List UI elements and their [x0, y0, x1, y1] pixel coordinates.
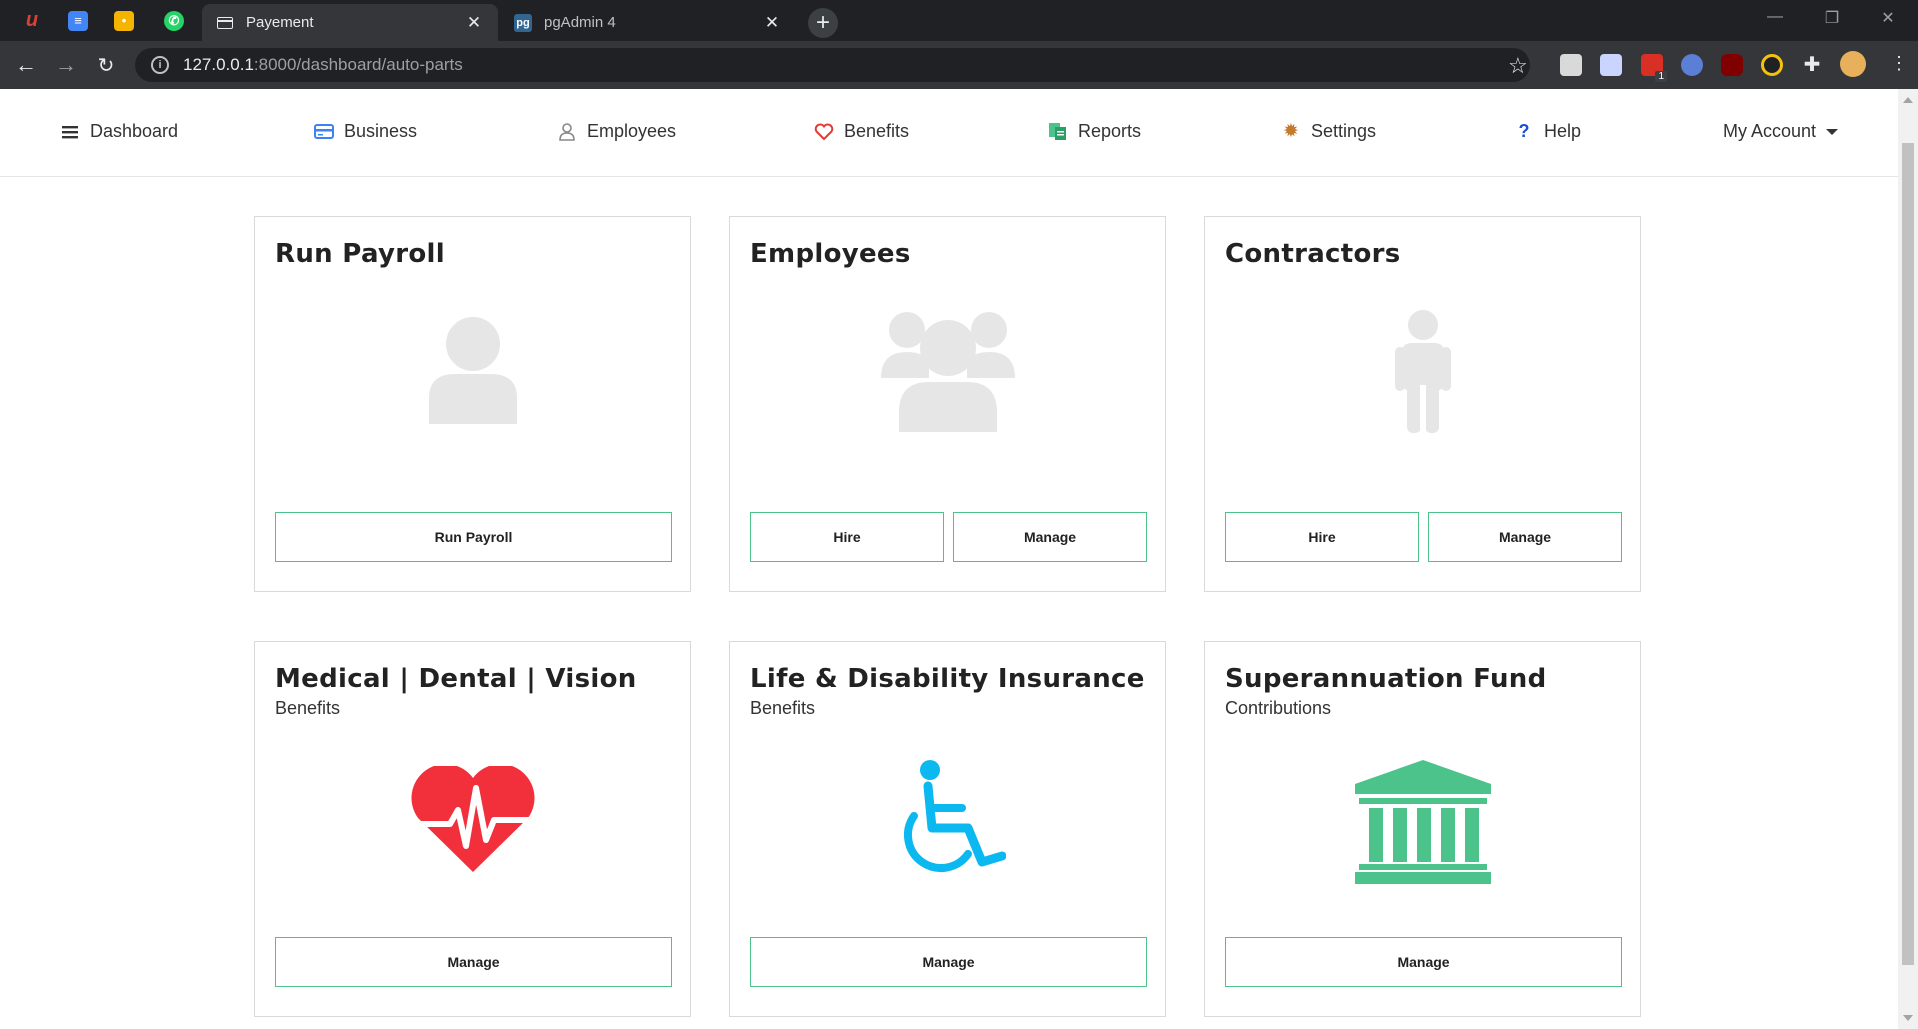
card-title: Superannuation Fund	[1225, 664, 1547, 694]
gear-icon: ✹	[1283, 121, 1299, 142]
user-placeholder-icon	[255, 316, 690, 426]
forward-button[interactable]: →	[52, 51, 80, 79]
question-icon: ?	[1518, 121, 1530, 141]
hire-contractor-button[interactable]: Hire	[1225, 512, 1419, 562]
extension-icon[interactable]	[1560, 54, 1582, 76]
manage-medical-button[interactable]: Manage	[275, 937, 672, 987]
card-title: Run Payroll	[275, 239, 445, 269]
card-title: Medical | Dental | Vision	[275, 664, 637, 694]
pinned-tab-docs[interactable]: ≡	[58, 0, 98, 41]
scroll-up-arrow-icon[interactable]	[1903, 97, 1913, 103]
manage-contractors-button[interactable]: Manage	[1428, 512, 1622, 562]
new-tab-button[interactable]: +	[808, 8, 838, 38]
manage-life-insurance-button[interactable]: Manage	[750, 937, 1147, 987]
restore-button[interactable]: ❐	[1817, 8, 1847, 28]
menu-icon	[60, 122, 80, 142]
bookmark-star-icon[interactable]: ☆	[1508, 53, 1528, 79]
reload-button[interactable]: ↻	[92, 51, 120, 79]
url-host: 127.0.0.1	[183, 55, 254, 74]
pinned-tab-whatsapp[interactable]: ✆	[154, 0, 194, 41]
tab-title: pgAdmin 4	[544, 14, 616, 31]
nav-label: Employees	[587, 121, 677, 141]
male-figure-icon	[1205, 309, 1640, 433]
page-viewport: Dashboard Business Employees Benefits Re…	[0, 89, 1898, 1029]
keep-icon: •	[114, 10, 134, 31]
heart-icon	[814, 122, 834, 142]
todoist-icon: u	[25, 9, 39, 31]
extension-icon[interactable]	[1681, 54, 1703, 76]
whatsapp-icon: ✆	[164, 10, 184, 31]
users-placeholder-icon	[730, 308, 1165, 432]
docs-icon: ≡	[68, 10, 88, 31]
back-button[interactable]: ←	[12, 51, 40, 79]
credit-card-icon	[314, 122, 334, 142]
tab-pgadmin[interactable]: pg pgAdmin 4 ✕	[500, 4, 796, 41]
wheelchair-icon	[730, 758, 1165, 882]
caret-down-icon	[1826, 128, 1839, 135]
run-payroll-button[interactable]: Run Payroll	[275, 512, 672, 562]
browser-tabstrip: u ≡ • ✆ Payement ✕ pg pgAdmin 4 ✕ + — ❐ …	[0, 0, 1918, 41]
extension-icon[interactable]	[1761, 54, 1783, 76]
window-close-button[interactable]: ✕	[1873, 8, 1903, 28]
nav-label: Settings	[1311, 121, 1377, 141]
run-payroll-card: Run Payroll Run Payroll	[254, 216, 691, 592]
nav-benefits[interactable]: Benefits	[814, 121, 909, 142]
url-path: :8000/dashboard/auto-parts	[253, 55, 463, 74]
contractors-card: Contractors Hire Manage	[1204, 216, 1641, 592]
employees-card: Employees Hire Manage	[729, 216, 1166, 592]
medical-card: Medical | Dental | Vision Benefits Manag…	[254, 641, 691, 1017]
nav-label: Dashboard	[90, 121, 179, 141]
card-title: Contractors	[1225, 239, 1401, 269]
nav-label: Benefits	[844, 121, 910, 141]
menu-icon[interactable]: ⋮	[1890, 53, 1908, 74]
pinned-tab-keep[interactable]: •	[104, 0, 144, 41]
app-navbar: Dashboard Business Employees Benefits Re…	[0, 89, 1898, 177]
reports-icon	[1048, 122, 1068, 142]
extension-badge: 1	[1655, 71, 1667, 82]
nav-business[interactable]: Business	[314, 121, 417, 142]
nav-label: Reports	[1078, 121, 1142, 141]
close-icon[interactable]: ✕	[464, 13, 484, 33]
nav-label: Business	[344, 121, 418, 141]
scrollbar-thumb[interactable]	[1902, 143, 1914, 965]
extension-icon[interactable]: 1	[1641, 54, 1667, 82]
nav-dashboard[interactable]: Dashboard	[60, 121, 178, 142]
user-icon	[557, 122, 577, 142]
life-disability-card: Life & Disability Insurance Benefits Man…	[729, 641, 1166, 1017]
minimize-button[interactable]: —	[1760, 8, 1790, 26]
manage-employees-button[interactable]: Manage	[953, 512, 1147, 562]
superannuation-card: Superannuation Fund Contributions Manage	[1204, 641, 1641, 1017]
nav-reports[interactable]: Reports	[1048, 121, 1141, 142]
manage-superannuation-button[interactable]: Manage	[1225, 937, 1622, 987]
nav-settings[interactable]: ✹ Settings	[1281, 121, 1376, 142]
nav-employees[interactable]: Employees	[557, 121, 676, 142]
card-title: Employees	[750, 239, 911, 269]
tab-title: Payement	[246, 14, 314, 31]
nav-my-account[interactable]: My Account	[1723, 121, 1839, 142]
pgadmin-icon: pg	[514, 13, 532, 32]
browser-toolbar: ← → ↻ i 127.0.0.1:8000/dashboard/auto-pa…	[0, 41, 1918, 89]
card-subtitle: Benefits	[275, 698, 341, 718]
pinned-tab-todoist[interactable]: u	[12, 0, 52, 41]
avatar[interactable]	[1840, 51, 1866, 77]
close-icon[interactable]: ✕	[762, 13, 782, 33]
extension-icon[interactable]	[1600, 54, 1622, 76]
address-bar[interactable]: i 127.0.0.1:8000/dashboard/auto-parts	[135, 48, 1530, 82]
scroll-down-arrow-icon[interactable]	[1903, 1015, 1913, 1021]
tab-payement[interactable]: Payement ✕	[202, 4, 498, 41]
nav-label: My Account	[1723, 121, 1817, 141]
nav-label: Help	[1544, 121, 1582, 141]
ublock-icon[interactable]	[1721, 54, 1743, 76]
card-subtitle: Contributions	[1225, 698, 1332, 718]
info-icon[interactable]: i	[151, 56, 169, 74]
nav-help[interactable]: ? Help	[1514, 121, 1582, 142]
hire-employee-button[interactable]: Hire	[750, 512, 944, 562]
vertical-scrollbar[interactable]	[1898, 89, 1918, 1029]
card-subtitle: Benefits	[750, 698, 816, 718]
heartbeat-icon	[255, 766, 690, 874]
puzzle-icon[interactable]: ✚	[1801, 54, 1823, 76]
card-icon	[216, 14, 234, 32]
card-title: Life & Disability Insurance	[750, 664, 1145, 694]
bank-icon	[1205, 760, 1640, 884]
